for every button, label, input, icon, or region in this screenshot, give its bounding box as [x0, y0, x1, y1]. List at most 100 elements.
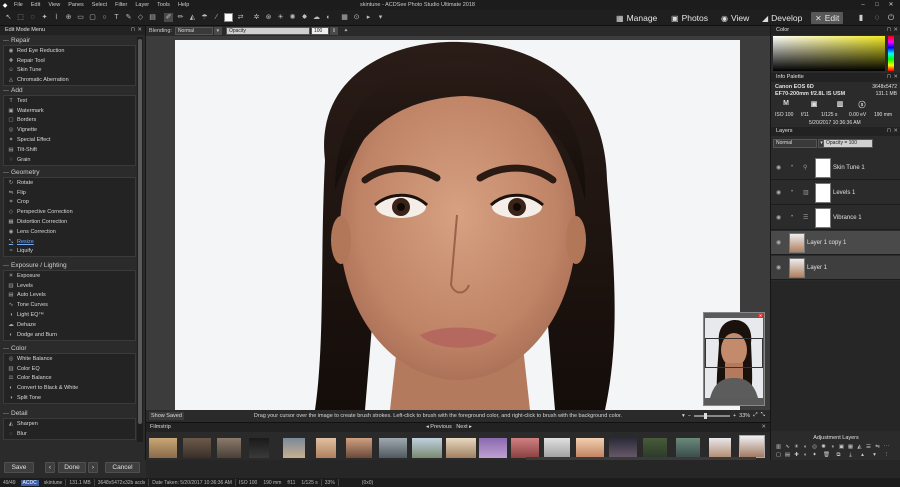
cloud-icon[interactable]: ☁	[312, 13, 321, 22]
layer-row-levels[interactable]: ◉ • ▥ Levels 1	[771, 181, 900, 205]
tool-grain[interactable]: ⁘ Grain	[4, 155, 135, 165]
power-icon[interactable]: ⏻	[886, 13, 896, 23]
brush-preset-icon[interactable]: ✦	[342, 27, 350, 35]
next-arrow-icon[interactable]: ▸	[469, 424, 472, 430]
zoom-slider[interactable]	[693, 412, 730, 419]
layer-group-icon[interactable]: ▤	[784, 452, 791, 459]
eye-icon[interactable]: ◉	[776, 239, 781, 246]
layer-mask-thumbnail[interactable]	[815, 208, 831, 228]
tool-blur[interactable]: ◌ Blur	[4, 429, 135, 439]
adj-tone-icon[interactable]: ◭	[856, 444, 863, 451]
actual-size-icon[interactable]: ⤡	[761, 412, 765, 419]
adj-split-icon[interactable]: ⇋	[874, 444, 881, 451]
scrollbar-thumb[interactable]	[138, 39, 142, 424]
show-saved-button[interactable]: Show Saved	[149, 412, 184, 420]
filmstrip-thumbnail[interactable]	[412, 438, 442, 458]
section-add-title[interactable]: — Add	[3, 86, 136, 95]
mode-edit-button[interactable]: ✕ Edit	[811, 12, 844, 24]
record-icon[interactable]: ⊙	[352, 13, 361, 22]
blending-select[interactable]: Normal	[174, 27, 213, 35]
tool-distortion-correction[interactable]: ▦ Distortion Correction	[4, 217, 135, 227]
menu-edit[interactable]: Edit	[27, 2, 44, 8]
link-icon[interactable]: •	[791, 164, 793, 170]
menu-layer[interactable]: Layer	[131, 2, 153, 8]
tool-tilt-shift[interactable]: ▤ Tilt-Shift	[4, 145, 135, 155]
tool-resize[interactable]: ⤡ Resize	[4, 237, 135, 247]
cancel-button[interactable]: Cancel	[105, 462, 140, 473]
tool-text[interactable]: T Text	[4, 96, 135, 106]
ellipse-select-icon[interactable]: ○	[100, 13, 109, 22]
zoom-out-icon[interactable]: −	[688, 413, 691, 419]
opacity-input[interactable]: 100	[310, 27, 329, 35]
layer-row-skin-tune[interactable]: ◉ • ⚲ Skin Tune 1	[771, 156, 900, 180]
tool-levels[interactable]: ▥ Levels	[4, 281, 135, 291]
layer-blend-mode-select[interactable]: Normal	[773, 139, 817, 148]
adjust-icon[interactable]: ✲	[252, 13, 261, 22]
panel-close-icon[interactable]: ✕	[137, 26, 142, 35]
swap-colors-icon[interactable]: ⇄	[236, 13, 245, 22]
tool-perspective-correction[interactable]: ◇ Perspective Correction	[4, 207, 135, 217]
layer-thumbnail[interactable]	[789, 258, 805, 278]
tool-exposure[interactable]: ☀ Exposure	[4, 271, 135, 281]
dashboard-icon[interactable]: ▮	[856, 13, 866, 23]
chevron-down-icon[interactable]: ▾	[213, 27, 222, 35]
pen-tool-icon[interactable]: ✎	[124, 13, 133, 22]
adj-vibrance-icon[interactable]: ☰	[865, 444, 872, 451]
pin-icon[interactable]: ⊓	[887, 127, 891, 136]
panel-close-icon[interactable]: ✕	[893, 127, 898, 136]
rectangle-select-icon[interactable]: ▢	[88, 13, 97, 22]
layer-new-icon[interactable]: ▢	[775, 452, 782, 459]
filmstrip-thumbnail[interactable]	[511, 438, 539, 458]
view-mode-icon[interactable]: ▦	[340, 13, 349, 22]
detail-icon[interactable]: ✸	[300, 13, 309, 22]
tool-chromatic-aberration[interactable]: ◬ Chromatic Aberration	[4, 75, 135, 85]
filmstrip-thumbnail[interactable]	[479, 438, 507, 458]
redo-arrow-icon[interactable]: ›	[88, 462, 98, 473]
dodge-icon[interactable]: ☀	[276, 13, 285, 22]
tool-red-eye-reduction[interactable]: ◉ Red Eye Reduction	[4, 46, 135, 56]
filmstrip-scrollbar[interactable]	[526, 457, 756, 460]
gradient-tool-icon[interactable]: ▤	[148, 13, 157, 22]
pencil-icon[interactable]: ✏	[176, 13, 185, 22]
lighting-icon[interactable]: ✺	[288, 13, 297, 22]
eye-icon[interactable]: ◉	[776, 164, 781, 171]
tool-split-tone[interactable]: ◑ Split Tone	[4, 393, 135, 403]
fill-icon[interactable]: ◭	[188, 13, 197, 22]
lasso-tool-icon[interactable]: ◌	[28, 13, 37, 22]
filmstrip-thumbnail[interactable]	[249, 438, 269, 458]
zoom-dropdown-icon[interactable]: ▾	[682, 413, 685, 419]
minimize-icon[interactable]: –	[856, 0, 870, 10]
panel-close-icon[interactable]: ✕	[893, 73, 898, 82]
layer-merge-icon[interactable]: ⤓	[847, 452, 854, 459]
clone-icon[interactable]: ⊕	[64, 13, 73, 22]
next-button[interactable]: Next	[456, 424, 467, 430]
menu-panes[interactable]: Panes	[64, 2, 88, 8]
layer-options-icon[interactable]: ⋮	[883, 452, 890, 459]
mode-view-button[interactable]: ◉ View	[717, 12, 753, 24]
opacity-slider[interactable]: Opacity	[225, 27, 310, 35]
tool-tone-curves[interactable]: ∿ Tone Curves	[4, 300, 135, 310]
dropdown-icon[interactable]: ▾	[376, 13, 385, 22]
done-button[interactable]: Done	[58, 462, 86, 473]
filmstrip-thumbnail[interactable]	[379, 438, 407, 458]
tool-watermark[interactable]: ▣ Watermark	[4, 106, 135, 116]
tool-light-eq[interactable]: ◑ Light EQ™	[4, 310, 135, 320]
paint-brush-icon[interactable]: ✐	[164, 13, 173, 22]
shape-tool-icon[interactable]: ◇	[136, 13, 145, 22]
pin-icon[interactable]: ⊓	[887, 73, 891, 82]
tool-dehaze[interactable]: ☁ Dehaze	[4, 320, 135, 330]
adj-color-icon[interactable]: ◐	[802, 444, 809, 451]
opacity-stepper-icon[interactable]: ⇕	[329, 27, 338, 35]
color-picker-field[interactable]	[773, 36, 885, 71]
smudge-icon[interactable]: ☂	[200, 13, 209, 22]
foreground-color-swatch[interactable]	[224, 13, 233, 22]
mode-photos-button[interactable]: ▣ Photos	[667, 12, 712, 24]
filmstrip-thumbnail[interactable]	[217, 438, 241, 458]
menu-tools[interactable]: Tools	[153, 2, 174, 8]
layer-duplicate-icon[interactable]: ⧉	[835, 452, 842, 459]
tool-lens-correction[interactable]: ◉ Lens Correction	[4, 227, 135, 237]
undo-arrow-icon[interactable]: ‹	[45, 462, 55, 473]
menu-view[interactable]: View	[44, 2, 64, 8]
filmstrip-thumbnail[interactable]	[316, 438, 336, 458]
menu-help[interactable]: Help	[174, 2, 193, 8]
